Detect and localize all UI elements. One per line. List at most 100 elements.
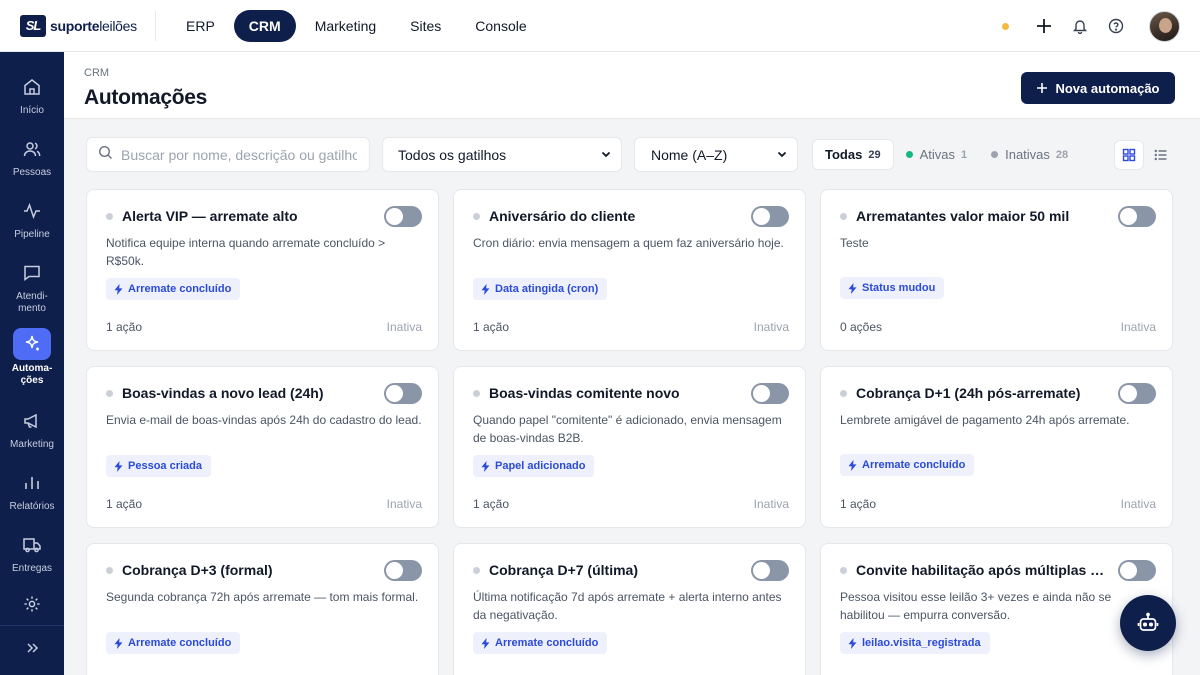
card-title: Cobrança D+3 (formal): [122, 562, 273, 578]
active-toggle[interactable]: [384, 559, 422, 581]
sidebar-item-pipeline[interactable]: Pipeline: [0, 196, 64, 241]
card-footer: 0 ações Inativa: [840, 320, 1156, 334]
active-toggle[interactable]: [751, 382, 789, 404]
card-title: Cobrança D+1 (24h pós-arremate): [856, 385, 1081, 401]
card-header: Cobrança D+7 (última): [473, 559, 789, 581]
card-title: Convite habilitação após múltiplas visit…: [856, 562, 1118, 578]
sort-select[interactable]: Nome (A–Z): [634, 137, 798, 172]
user-avatar[interactable]: [1149, 10, 1180, 42]
chip-ativas[interactable]: Ativas 1: [894, 139, 980, 170]
status-dot: [473, 212, 480, 220]
new-automation-button[interactable]: Nova automação: [1021, 72, 1175, 104]
chevron-down-icon: [600, 147, 612, 163]
help-icon[interactable]: [1107, 17, 1125, 35]
automation-card[interactable]: Boas-vindas a novo lead (24h) Envia e-ma…: [86, 366, 439, 528]
sparkle-icon: [13, 328, 51, 360]
sidebar-item-relatorios[interactable]: Relatórios: [0, 468, 64, 513]
bolt-icon: [114, 637, 123, 649]
topnav-console[interactable]: Console: [460, 10, 541, 42]
bolt-icon: [848, 459, 857, 471]
assistant-bot-button[interactable]: [1120, 595, 1176, 651]
card-header: Cobrança D+3 (formal): [106, 559, 422, 581]
trigger-tag: Pessoa criada: [106, 455, 211, 477]
active-toggle[interactable]: [1118, 382, 1156, 404]
trigger-label: Arremate concluído: [128, 637, 232, 649]
topnav-erp[interactable]: ERP: [171, 10, 230, 42]
status-label: Inativa: [753, 497, 789, 511]
search-input[interactable]: [121, 146, 357, 163]
sidebar-item-marketing[interactable]: Marketing: [0, 406, 64, 451]
chip-count: 28: [1055, 148, 1069, 161]
logo[interactable]: SL suporteleilões: [0, 10, 156, 41]
trigger-label: Pessoa criada: [128, 460, 202, 472]
active-toggle[interactable]: [1118, 559, 1156, 581]
grid-icon: [1122, 148, 1136, 161]
chip-inativas[interactable]: Inativas 28: [979, 139, 1080, 170]
actions-count: 1 ação: [840, 497, 877, 511]
automation-card[interactable]: Convite habilitação após múltiplas visit…: [820, 543, 1173, 675]
topnav-marketing[interactable]: Marketing: [300, 10, 391, 42]
chip-count: 29: [868, 148, 881, 161]
automation-card[interactable]: Aniversário do cliente Cron diário: envi…: [453, 189, 806, 351]
status-dot: [473, 389, 480, 397]
card-description: Notifica equipe interna quando arremate …: [106, 236, 386, 268]
bolt-icon: [848, 282, 857, 294]
automation-card[interactable]: Alerta VIP — arremate alto Notifica equi…: [86, 189, 439, 351]
trigger-tag: Papel adicionado: [473, 455, 595, 477]
card-footer: 1 ação Inativa: [106, 320, 422, 334]
users-icon: [14, 134, 50, 164]
trigger-label: Arremate concluído: [128, 283, 232, 295]
bell-icon[interactable]: [1071, 17, 1089, 35]
chip-todas[interactable]: Todas 29: [812, 139, 894, 170]
trigger-tag: Status mudou: [840, 277, 945, 299]
card-title: Cobrança D+7 (última): [489, 562, 638, 578]
breadcrumb[interactable]: CRM: [84, 67, 109, 79]
sidebar-item-automacoes[interactable]: Automa-ções: [0, 328, 64, 387]
sidebar-item-entregas[interactable]: Entregas: [0, 530, 64, 575]
status-label: Inativa: [386, 320, 422, 334]
trigger-tag: Arremate concluído: [473, 632, 608, 654]
top-actions: [1002, 0, 1180, 52]
bolt-icon: [481, 460, 490, 472]
topnav-crm[interactable]: CRM: [233, 9, 296, 42]
inactive-dot: [991, 151, 999, 158]
trigger-tag: Arremate concluído: [106, 632, 241, 654]
trigger-label: Papel adicionado: [495, 460, 586, 472]
automation-card[interactable]: Boas-vindas comitente novo Quando papel …: [453, 366, 806, 528]
page-header: CRM Automações Nova automação: [64, 52, 1200, 119]
automation-card[interactable]: Cobrança D+3 (formal) Segunda cobrança 7…: [86, 543, 439, 675]
list-view-button[interactable]: [1146, 140, 1176, 170]
active-toggle[interactable]: [751, 559, 789, 581]
automation-card[interactable]: Cobrança D+1 (24h pós-arremate) Lembrete…: [820, 366, 1173, 528]
status-dot: [840, 212, 847, 220]
grid-view-button[interactable]: [1114, 139, 1144, 170]
active-toggle[interactable]: [751, 205, 789, 227]
bolt-icon: [481, 637, 490, 649]
sidebar-item-pessoas[interactable]: Pessoas: [0, 134, 64, 179]
card-header: Aniversário do cliente: [473, 205, 789, 227]
status-filter-chips: Todas 29 Ativas 1 Inativas 28: [812, 139, 1080, 170]
top-bar: SL suporteleilões ERP CRM Marketing Site…: [0, 0, 1200, 52]
active-toggle[interactable]: [384, 205, 422, 227]
plus-icon[interactable]: [1035, 17, 1053, 35]
list-icon: [1154, 149, 1167, 160]
status-dot: [106, 212, 113, 220]
actions-count: 1 ação: [473, 320, 510, 334]
sidebar-item-atendimento[interactable]: Atendi-mento: [0, 258, 64, 315]
card-header: Arrematantes valor maior 50 mil: [840, 205, 1156, 227]
sidebar: Início Pessoas Pipeline Atendi-mento Aut…: [0, 52, 64, 675]
top-nav: ERP CRM Marketing Sites Console: [171, 9, 542, 42]
chevrons-right-icon: [25, 641, 39, 660]
trigger-tag: Arremate concluído: [106, 278, 241, 300]
automation-card[interactable]: Cobrança D+7 (última) Última notificação…: [453, 543, 806, 675]
topnav-sites[interactable]: Sites: [395, 10, 456, 42]
trigger-select[interactable]: Todos os gatilhos: [382, 137, 622, 172]
sidebar-collapse-button[interactable]: [0, 625, 64, 675]
sidebar-item-inicio[interactable]: Início: [0, 72, 64, 117]
active-toggle[interactable]: [1118, 205, 1156, 227]
active-toggle[interactable]: [384, 382, 422, 404]
automation-card[interactable]: Arrematantes valor maior 50 mil Teste St…: [820, 189, 1173, 351]
card-title: Aniversário do cliente: [489, 208, 636, 224]
sidebar-item-configuracoes[interactable]: [0, 589, 64, 619]
card-header: Convite habilitação após múltiplas visit…: [840, 559, 1156, 581]
